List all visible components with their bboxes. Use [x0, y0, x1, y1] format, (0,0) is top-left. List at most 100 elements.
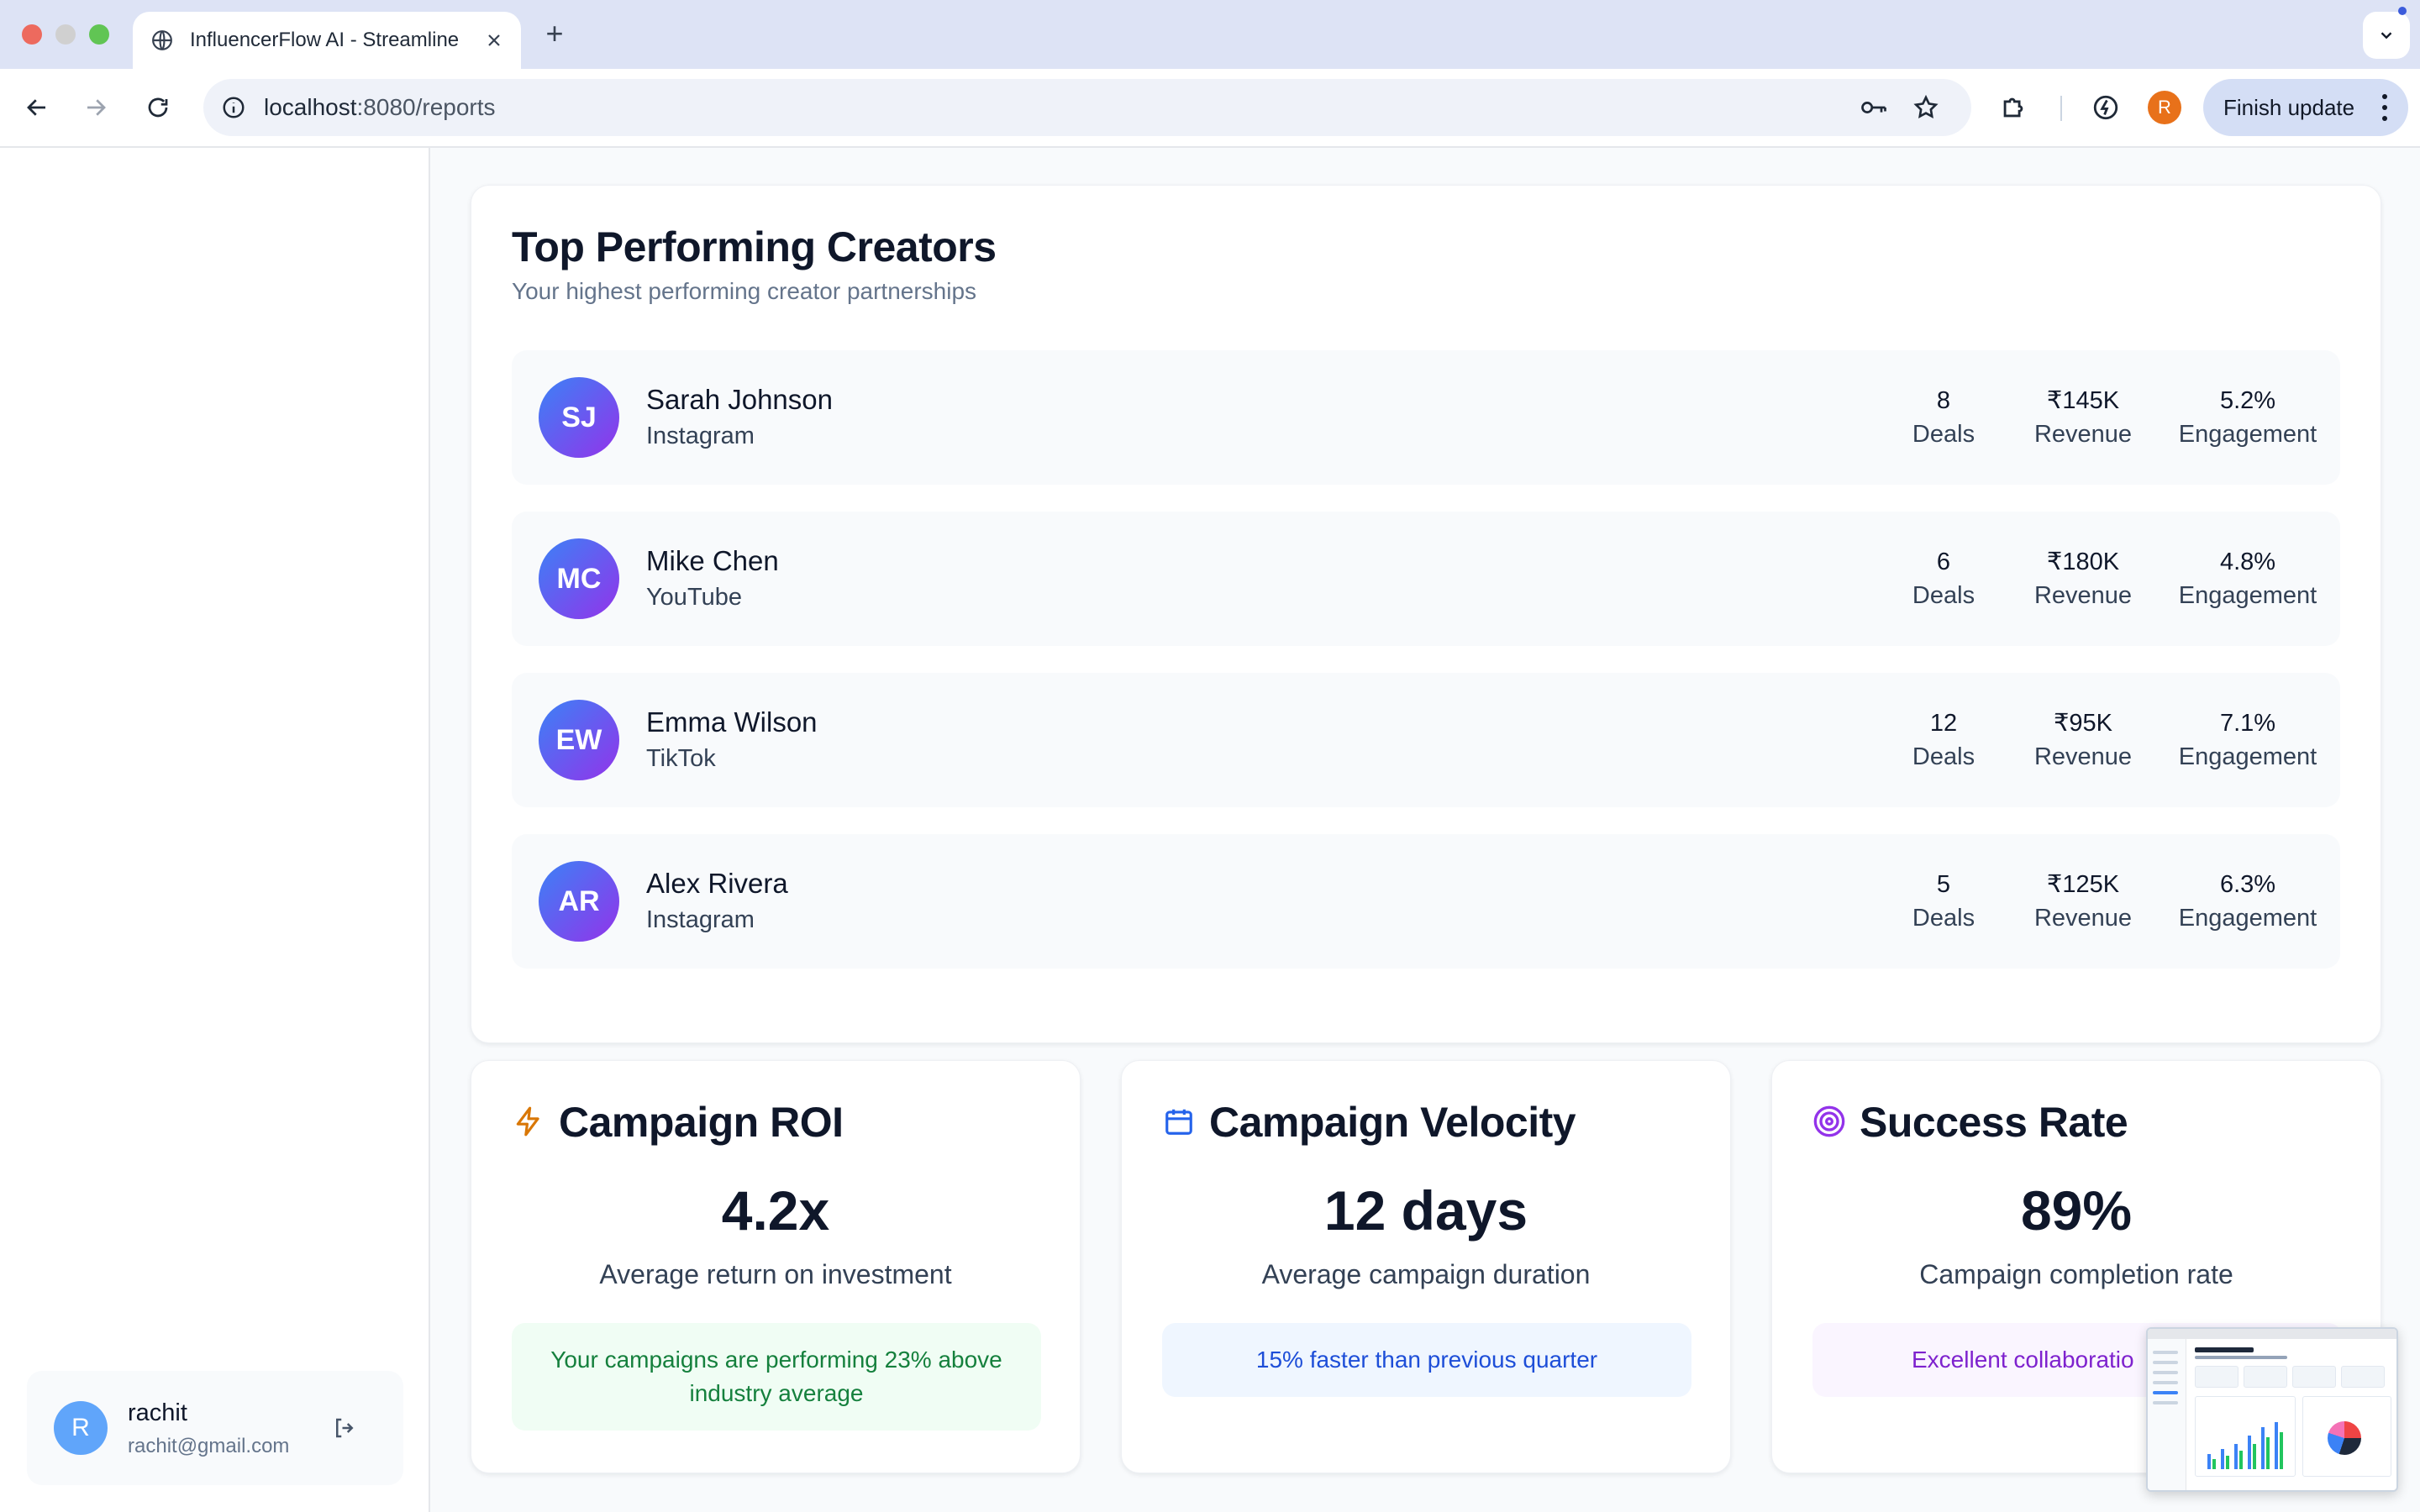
campaign-velocity-card: Campaign Velocity 12 days Average campai…: [1121, 1060, 1731, 1473]
engagement-stat: 6.3% Engagement: [2164, 868, 2332, 935]
forward-icon[interactable]: [76, 87, 116, 128]
deals-value: 8: [1936, 387, 1951, 414]
close-icon[interactable]: [481, 27, 508, 54]
creator-row[interactable]: MC Mike Chen YouTube 6 Deals ₹180K Reven…: [512, 512, 2340, 646]
engagement-label: Engagement: [2178, 582, 2317, 609]
user-email: rachit@gmail.com: [128, 1435, 290, 1457]
deals-value: 5: [1936, 871, 1951, 898]
metric-description: Campaign completion rate: [1919, 1259, 2233, 1289]
engagement-value: 5.2%: [2219, 387, 2276, 414]
browser-tab-active[interactable]: InfluencerFlow AI - Streamline: [133, 12, 521, 69]
creator-row[interactable]: AR Alex Rivera Instagram 5 Deals ₹125K R…: [512, 834, 2340, 969]
revenue-value: ₹125K: [2046, 871, 2120, 898]
metric-title: Campaign ROI: [559, 1099, 844, 1146]
revenue-stat: ₹145K Revenue: [2016, 384, 2150, 451]
star-icon[interactable]: [1909, 91, 1943, 124]
main-content: Top Performing Creators Your highest per…: [432, 148, 2420, 1512]
creator-name: Emma Wilson: [646, 706, 818, 738]
engagement-value: 6.3%: [2219, 871, 2276, 898]
revenue-value: ₹95K: [2053, 710, 2113, 737]
engagement-label: Engagement: [2178, 421, 2317, 448]
creator-row[interactable]: EW Emma Wilson TikTok 12 Deals ₹95K Reve…: [512, 673, 2340, 807]
creator-platform: Instagram: [646, 423, 755, 449]
toolbar-divider: [2060, 96, 2062, 121]
creator-platform: TikTok: [646, 745, 716, 772]
reload-icon[interactable]: [138, 87, 178, 128]
profile-avatar[interactable]: R: [2148, 91, 2181, 124]
creator-avatar: SJ: [539, 377, 619, 458]
back-icon[interactable]: [17, 87, 57, 128]
engagement-label: Engagement: [2178, 743, 2317, 770]
section-title: Top Performing Creators: [512, 223, 997, 270]
lightning-icon: [512, 1105, 545, 1138]
creator-platform: Instagram: [646, 906, 755, 933]
revenue-stat: ₹180K Revenue: [2016, 545, 2150, 612]
revenue-value: ₹180K: [2046, 549, 2120, 575]
logout-icon[interactable]: [329, 1413, 360, 1443]
metric-note: Your campaigns are performing 23% above …: [512, 1323, 1041, 1431]
chevron-down-icon[interactable]: [2363, 12, 2410, 59]
creator-platform: YouTube: [646, 584, 742, 611]
notification-dot: [2398, 7, 2407, 15]
url-text: localhost:8080/reports: [264, 94, 496, 121]
deals-stat: 5 Deals: [1890, 868, 1997, 935]
creator-avatar: MC: [539, 538, 619, 619]
creator-avatar: EW: [539, 700, 619, 780]
finish-update-button[interactable]: Finish update: [2203, 79, 2408, 136]
creator-name: Sarah Johnson: [646, 384, 833, 415]
url-path: :8080/reports: [356, 94, 496, 120]
creator-name: Mike Chen: [646, 545, 779, 576]
browser-tab-strip: InfluencerFlow AI - Streamline +: [0, 0, 2420, 69]
new-tab-button[interactable]: +: [538, 16, 571, 50]
target-icon: [1812, 1105, 1846, 1138]
browser-toolbar: localhost:8080/reports R Finish update: [0, 69, 2420, 148]
user-name: rachit: [128, 1399, 187, 1426]
metric-title: Success Rate: [1860, 1099, 2128, 1146]
engagement-value: 7.1%: [2219, 710, 2276, 737]
section-subtitle: Your highest performing creator partners…: [512, 278, 977, 304]
url-host: localhost: [264, 94, 357, 120]
window-minimize-button[interactable]: [55, 24, 76, 45]
window-maximize-button[interactable]: [89, 24, 109, 45]
creator-avatar: AR: [539, 861, 619, 942]
metric-value: 4.2x: [721, 1179, 830, 1242]
campaign-roi-card: Campaign ROI 4.2x Average return on inve…: [471, 1060, 1081, 1473]
window-close-button[interactable]: [22, 24, 42, 45]
engagement-value: 4.8%: [2219, 549, 2276, 575]
top-creators-card: Top Performing Creators Your highest per…: [471, 185, 2381, 1043]
extensions-icon[interactable]: [1995, 89, 2032, 126]
metric-description: Average campaign duration: [1261, 1259, 1591, 1289]
engagement-stat: 4.8% Engagement: [2164, 545, 2332, 612]
tab-title: InfluencerFlow AI - Streamline: [190, 29, 460, 51]
info-icon[interactable]: [215, 89, 252, 126]
deals-value: 12: [1929, 710, 1958, 737]
sidebar: R rachit rachit@gmail.com: [0, 148, 430, 1512]
creator-name: Alex Rivera: [646, 868, 788, 899]
engagement-stat: 7.1% Engagement: [2164, 706, 2332, 774]
revenue-label: Revenue: [2033, 421, 2133, 448]
finish-update-label: Finish update: [2223, 94, 2355, 120]
calendar-icon: [1162, 1105, 1196, 1138]
creator-row[interactable]: SJ Sarah Johnson Instagram 8 Deals ₹145K…: [512, 350, 2340, 485]
revenue-label: Revenue: [2033, 743, 2133, 770]
key-icon[interactable]: [1857, 91, 1891, 124]
deals-stat: 6 Deals: [1890, 545, 1997, 612]
more-icon[interactable]: [2380, 94, 2390, 121]
metric-value: 89%: [2020, 1179, 2133, 1242]
metric-note: 15% faster than previous quarter: [1162, 1323, 1691, 1397]
deals-stat: 8 Deals: [1890, 384, 1997, 451]
avatar: R: [54, 1401, 108, 1455]
address-bar[interactable]: localhost:8080/reports: [203, 79, 1971, 136]
revenue-value: ₹145K: [2046, 387, 2120, 414]
deals-label: Deals: [1912, 582, 1975, 609]
metric-value: 12 days: [1323, 1179, 1528, 1242]
engagement-label: Engagement: [2178, 905, 2317, 932]
performance-icon[interactable]: [2087, 89, 2124, 126]
revenue-label: Revenue: [2033, 905, 2133, 932]
deals-value: 6: [1936, 549, 1951, 575]
deals-label: Deals: [1912, 421, 1975, 448]
metric-title: Campaign Velocity: [1209, 1099, 1576, 1146]
deals-stat: 12 Deals: [1890, 706, 1997, 774]
revenue-label: Revenue: [2033, 582, 2133, 609]
screenshot-thumbnail[interactable]: [2146, 1327, 2398, 1492]
